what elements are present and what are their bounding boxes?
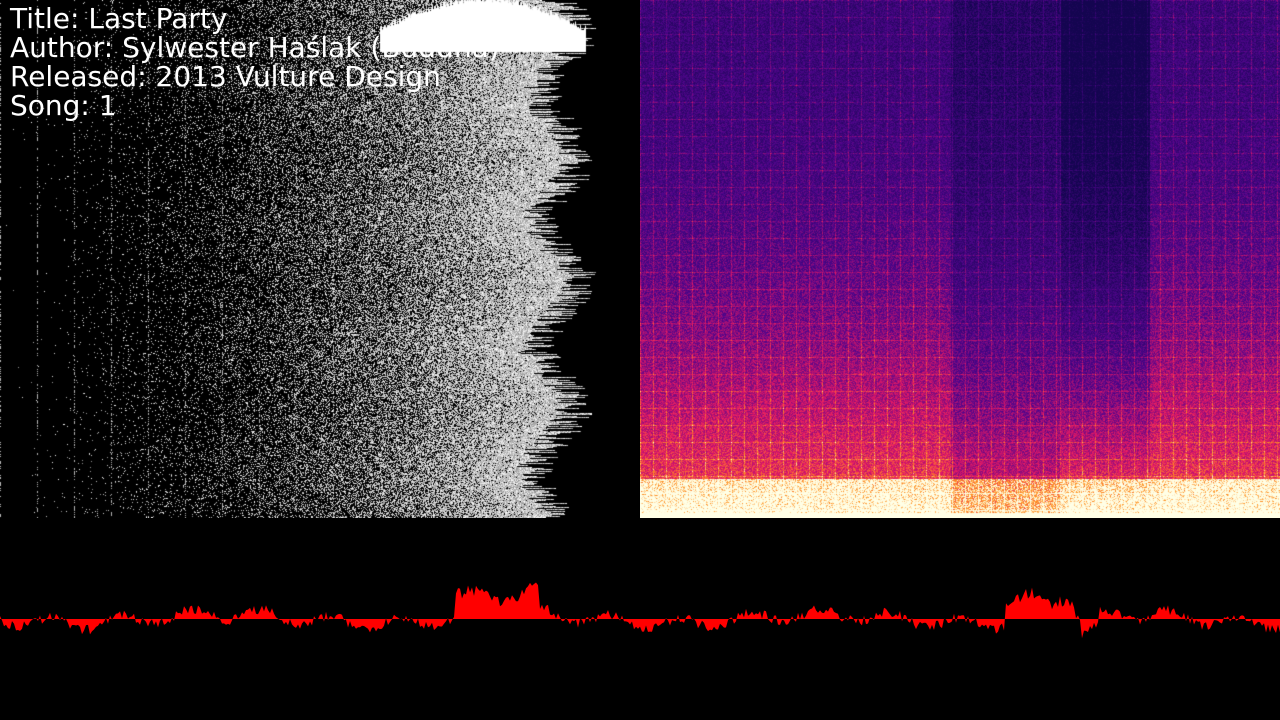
spectrogram-visualizer: [640, 0, 1280, 518]
channel-histogram-visualizer: [0, 0, 640, 518]
oscilloscope-waveform: [0, 582, 1280, 639]
waveform-trace: [0, 582, 1280, 639]
